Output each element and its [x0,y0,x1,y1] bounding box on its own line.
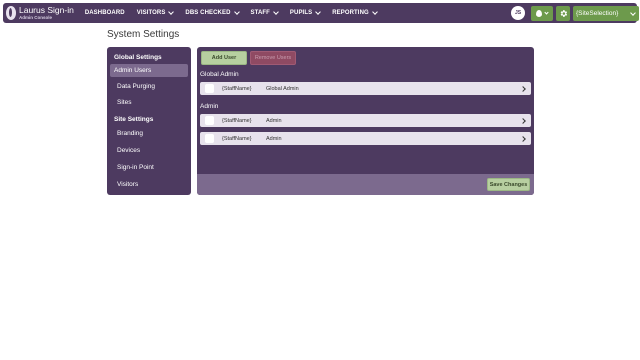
nav-reporting[interactable]: REPORTING [326,8,383,16]
sidebar-heading-site-settings: Site Settings [114,116,154,123]
gear-icon [560,10,567,17]
staff-name: {StaffName} [222,117,252,124]
user-avatar[interactable]: JS [511,6,525,20]
chevron-down-icon [315,8,322,15]
chevron-right-icon [520,135,526,142]
save-changes-button[interactable]: Save Changes [487,178,530,191]
sidebar-item-devices[interactable]: Devices [110,144,188,157]
nav-visitors[interactable]: VISITORS [131,8,180,16]
row-checkbox[interactable] [205,116,214,125]
sidebar-item-data-purging[interactable]: Data Purging [110,80,188,93]
user-row[interactable]: {StaffName} Admin [200,132,531,145]
site-selector[interactable]: {SiteSelection} [573,6,639,21]
settings-sidebar: Global Settings Admin Users Data Purging… [107,47,191,195]
chevron-down-icon [544,9,549,15]
user-row[interactable]: {StaffName} Admin [200,114,531,127]
nav-pupils[interactable]: PUPILS [284,8,326,16]
staff-name: {StaffName} [222,135,252,142]
chevron-down-icon [168,8,175,15]
settings-button[interactable] [556,6,570,21]
remove-users-button[interactable]: Remove Users [250,51,296,65]
sidebar-item-sign-in-point[interactable]: Sign-in Point [110,161,188,174]
staff-role: Admin [266,135,282,142]
nav-dbs-checked[interactable]: DBS CHECKED [179,8,244,16]
brand-title: Laurus Sign-in [19,5,74,15]
sidebar-item-admin-users[interactable]: Admin Users [110,64,188,77]
chevron-right-icon [520,117,526,124]
nav-dashboard[interactable]: DASHBOARD [79,10,131,16]
nav-staff[interactable]: STAFF [245,8,284,16]
chevron-right-icon [520,85,526,92]
sidebar-item-visitors[interactable]: Visitors [110,178,188,191]
panel-footer: Save Changes [197,174,534,195]
chevron-down-icon [273,8,279,15]
sidebar-item-sites[interactable]: Sites [110,96,188,109]
staff-role: Global Admin [266,85,299,92]
row-checkbox[interactable] [205,84,214,93]
page-title: System Settings [107,29,180,40]
laurus-logo-icon [6,6,16,20]
chevron-down-icon [630,10,636,16]
brand-subtitle: Admin Console [19,14,53,20]
sidebar-heading-global-settings: Global Settings [114,54,162,61]
row-checkbox[interactable] [205,134,214,143]
staff-name: {StaffName} [222,85,252,92]
brand[interactable]: Laurus Sign-in Admin Console [3,3,74,23]
main-nav: DASHBOARD VISITORS DBS CHECKED STAFF PUP… [79,8,383,16]
chevron-down-icon [371,8,378,15]
site-selector-value: {SiteSelection} [576,10,619,17]
staff-role: Admin [266,117,282,124]
top-navigation-bar: Laurus Sign-in Admin Console DASHBOARD V… [3,3,639,23]
chevron-down-icon [233,8,240,15]
group-label-global-admin: Global Admin [200,71,239,78]
sidebar-item-branding[interactable]: Branding [110,127,188,140]
fire-alert-button[interactable] [531,6,553,21]
group-label-admin: Admin [200,103,219,110]
user-row[interactable]: {StaffName} Global Admin [200,82,531,95]
add-user-button[interactable]: Add User [201,51,247,65]
fire-icon [536,10,542,17]
admin-users-panel: Add User Remove Users Global Admin {Staf… [197,47,534,195]
